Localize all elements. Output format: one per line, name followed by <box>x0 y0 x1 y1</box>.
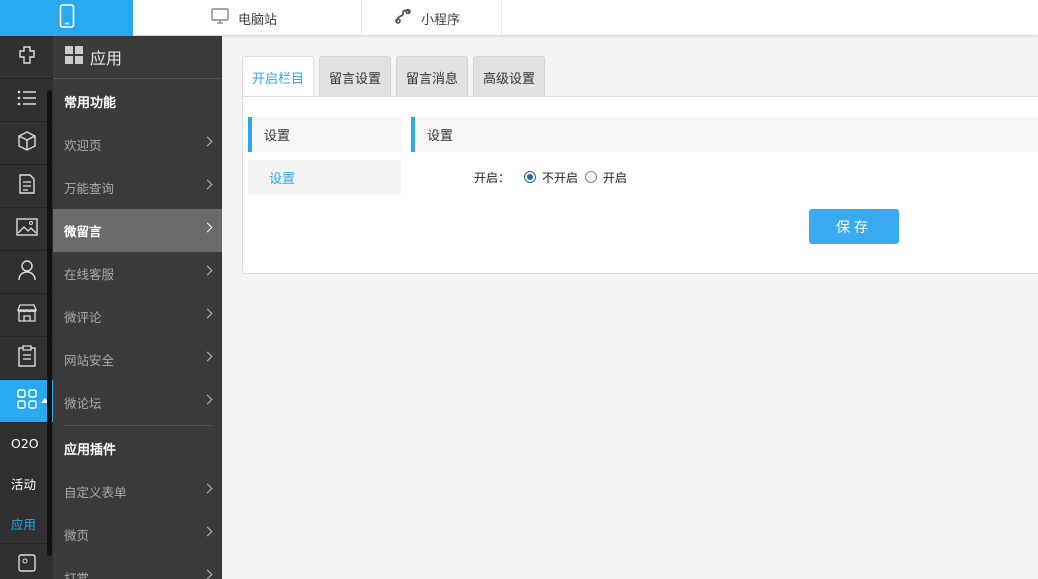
subnav-item-service[interactable]: 在线客服 <box>53 252 222 295</box>
subnav-item-label: 微留言 <box>64 224 102 239</box>
subnav-item-query[interactable]: 万能查询 <box>53 166 222 209</box>
subnav-item-reward[interactable]: 打赏 <box>53 556 222 579</box>
rail-image[interactable] <box>0 208 53 251</box>
chevron-right-icon <box>202 265 213 276</box>
rail-gallery[interactable] <box>0 543 53 579</box>
clipboard-icon <box>17 345 37 371</box>
chevron-right-icon <box>202 179 213 190</box>
mobile-phone-icon <box>59 4 75 32</box>
radio-enable[interactable] <box>585 171 598 183</box>
subnav-item-label: 在线客服 <box>64 267 115 282</box>
user-icon <box>17 259 37 285</box>
subnav-item-custom-form[interactable]: 自定义表单 <box>53 470 222 513</box>
rail-plugin[interactable] <box>0 36 53 79</box>
store-icon <box>16 303 38 327</box>
settings-panel: 设置 设置 设置 开启： 不开启 开启 保存 <box>242 96 1038 274</box>
sub-sidebar: 应用 常用功能 欢迎页 万能查询 微留言 在线客服 微评论 网站安全 微论坛 应… <box>53 36 222 579</box>
subnav-item-label: 微评论 <box>64 310 102 325</box>
rail-o2o[interactable]: O2O <box>0 423 53 463</box>
chevron-right-icon <box>202 526 213 537</box>
group-title-plugins: 应用插件 <box>64 442 117 458</box>
enable-field-label: 开启： <box>474 170 511 185</box>
subnav-header: 应用 <box>53 36 222 79</box>
rail-apps-text[interactable]: 应用 <box>0 503 53 543</box>
picture-icon <box>17 553 36 576</box>
cube-icon <box>16 130 38 156</box>
tab-enable-column[interactable]: 开启栏目 <box>242 56 315 98</box>
document-icon <box>17 173 37 199</box>
subnav-item-comment[interactable]: 微评论 <box>53 295 222 338</box>
mobile-site-tab[interactable] <box>0 0 133 36</box>
icon-rail: O2O 活动 应用 <box>0 36 53 579</box>
rail-store[interactable] <box>0 294 53 337</box>
image-icon <box>15 218 38 240</box>
main-content: 开启栏目 留言设置 留言消息 高级设置 设置 设置 设置 开启： 不开启 开启 … <box>222 36 1038 579</box>
subnav-item-label: 自定义表单 <box>64 485 127 500</box>
radio-disable[interactable] <box>524 171 537 183</box>
subnav-item-micro-page[interactable]: 微页 <box>53 513 222 556</box>
top-bar: 电脑站 小程序 <box>0 0 1038 36</box>
subnav-item-welcome[interactable]: 欢迎页 <box>53 123 222 166</box>
subnav-item-message[interactable]: 微留言 <box>53 209 222 252</box>
chevron-right-icon <box>202 394 213 405</box>
subnav-item-label: 微页 <box>64 528 90 543</box>
radio-disable-label: 不开启 <box>542 170 579 185</box>
subnav-item-label: 微论坛 <box>64 396 102 411</box>
grid-icon <box>65 45 90 69</box>
chevron-right-icon <box>202 569 213 579</box>
left-menu-item-settings[interactable]: 设置 <box>248 160 401 195</box>
subnav-item-forum[interactable]: 微论坛 <box>53 381 222 424</box>
rail-scrollbar[interactable] <box>47 90 52 556</box>
mini-program-label: 小程序 <box>421 12 461 28</box>
plugin-icon <box>16 44 38 70</box>
group-title-common: 常用功能 <box>64 95 117 111</box>
pc-site-tab[interactable]: 电脑站 <box>133 0 362 36</box>
tab-message-settings[interactable]: 留言设置 <box>319 56 392 97</box>
save-button[interactable]: 保存 <box>809 209 899 244</box>
tab-bar: 开启栏目 留言设置 留言消息 高级设置 <box>242 56 550 98</box>
subnav-title: 应用 <box>90 49 123 68</box>
chevron-right-icon <box>202 483 213 494</box>
tab-advanced-settings[interactable]: 高级设置 <box>473 56 546 97</box>
subnav-item-security[interactable]: 网站安全 <box>53 338 222 381</box>
chevron-right-icon <box>202 136 213 147</box>
rail-document[interactable] <box>0 165 53 208</box>
apps-grid-icon <box>16 389 37 413</box>
chevron-right-icon <box>202 308 213 319</box>
mini-program-tab[interactable]: 小程序 <box>362 0 502 36</box>
subnav-item-label: 打赏 <box>64 571 90 579</box>
radio-enable-label: 开启 <box>603 170 628 185</box>
mini-program-icon <box>394 7 421 29</box>
left-menu-title: 设置 <box>248 117 401 152</box>
rail-user[interactable] <box>0 251 53 294</box>
rail-cube[interactable] <box>0 122 53 165</box>
chevron-right-icon <box>202 222 213 233</box>
subnav-item-label: 万能查询 <box>64 181 115 196</box>
subnav-item-label: 网站安全 <box>64 353 115 368</box>
subnav-item-label: 欢迎页 <box>64 138 102 153</box>
rail-activity[interactable]: 活动 <box>0 463 53 503</box>
rail-apps[interactable] <box>0 380 53 423</box>
rail-list[interactable] <box>0 79 53 122</box>
pc-site-label: 电脑站 <box>238 12 278 28</box>
rail-clipboard[interactable] <box>0 337 53 380</box>
chevron-right-icon <box>202 351 213 362</box>
monitor-icon <box>211 8 238 28</box>
enable-field: 开启： 不开启 开启 <box>474 167 627 187</box>
left-menu: 设置 设置 <box>248 117 401 195</box>
list-icon <box>16 89 38 111</box>
tab-messages[interactable]: 留言消息 <box>396 56 469 97</box>
section-title: 设置 <box>411 117 1038 152</box>
